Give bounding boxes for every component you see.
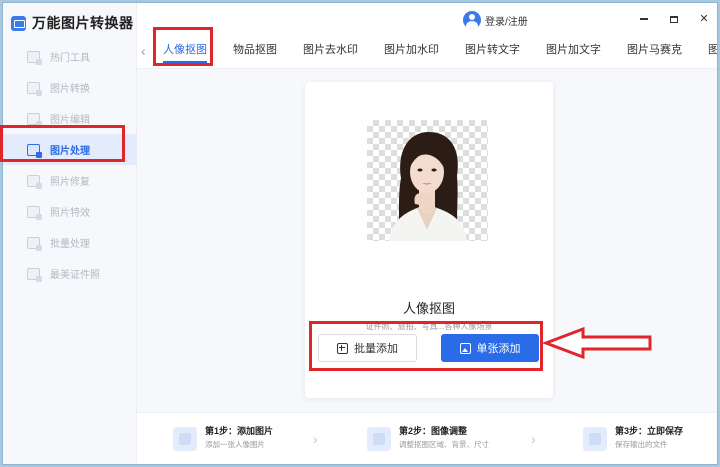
- photo-effects-icon: [27, 205, 42, 220]
- step-desc: 保存输出的文件: [615, 440, 668, 449]
- sidebar-item-photo-effects[interactable]: 照片特效: [3, 196, 137, 227]
- card-subtitle: 证件照、旅拍、写真...各种人像场景: [365, 322, 493, 331]
- tab-portrait-cutout[interactable]: 人像抠图: [163, 37, 207, 67]
- annotation-arrow-icon: [543, 326, 652, 360]
- tab-bar: ‹ 人像抠图 物品抠图 图片去水印 图片加水印 图片转文字 图片加文字 图片马赛…: [137, 37, 717, 69]
- image-edit-icon: [27, 112, 42, 127]
- step-arrow-icon: ›: [531, 431, 536, 447]
- card-title: 人像抠图: [402, 301, 455, 316]
- image-convert-icon: [27, 81, 42, 96]
- batch-add-label: 批量添加: [354, 343, 398, 355]
- image-icon: [459, 342, 471, 354]
- tab-object-cutout[interactable]: 物品抠图: [233, 37, 277, 67]
- sidebar-item-label: 图片转换: [50, 84, 90, 95]
- tab-remove-watermark[interactable]: 图片去水印: [303, 37, 358, 67]
- sidebar: 万能图片转换器 热门工具 图片转换 图片编辑 图片处理 照片修复 照片特效 批量…: [3, 3, 137, 464]
- sidebar-item-label: 批量处理: [50, 239, 90, 250]
- single-add-label: 单张添加: [476, 343, 521, 355]
- batch-process-icon: [27, 236, 42, 251]
- step-title: 第3步：立即保存: [615, 426, 684, 436]
- window-controls: ✕: [637, 12, 711, 26]
- add-image-icon: [173, 427, 197, 451]
- step-desc: 调整抠图区域、背景、尺寸: [399, 440, 489, 449]
- step-2: 第2步：图像调整 调整抠图区域、背景、尺寸: [367, 425, 489, 451]
- step-title: 第2步：图像调整: [399, 426, 468, 436]
- sidebar-item-photo-repair[interactable]: 照片修复: [3, 165, 137, 196]
- step-arrow-icon: ›: [313, 431, 318, 447]
- title-bar: 登录/注册 ✕: [137, 3, 717, 37]
- tab-mosaic[interactable]: 图片马赛克: [627, 37, 682, 67]
- login-label: 登录/注册: [485, 16, 528, 28]
- tab-more[interactable]: 图: [708, 37, 717, 67]
- tabs: 人像抠图 物品抠图 图片去水印 图片加水印 图片转文字 图片加文字 图片马赛克 …: [163, 37, 717, 67]
- save-icon: [583, 427, 607, 451]
- single-add-button[interactable]: 单张添加: [441, 334, 539, 362]
- sidebar-item-batch-process[interactable]: 批量处理: [3, 227, 137, 258]
- sidebar-item-image-process[interactable]: 图片处理: [3, 134, 137, 165]
- main-area: 人像抠图 证件照、旅拍、写真...各种人像场景 批量添加 单张添加: [137, 69, 717, 412]
- photo-repair-icon: [27, 174, 42, 189]
- sidebar-item-label: 照片修复: [50, 177, 90, 188]
- sidebar-item-image-convert[interactable]: 图片转换: [3, 72, 137, 103]
- step-title: 第1步：添加图片: [205, 426, 274, 436]
- maximize-icon: [670, 15, 678, 23]
- portrait-image: [389, 132, 467, 241]
- close-icon: ✕: [699, 13, 709, 25]
- adjust-image-icon: [367, 427, 391, 451]
- user-avatar-icon: [463, 11, 481, 29]
- app-window: 万能图片转换器 热门工具 图片转换 图片编辑 图片处理 照片修复 照片特效 批量…: [2, 2, 718, 465]
- portrait-preview: [367, 120, 488, 241]
- tab-prev-icon[interactable]: ‹: [141, 43, 146, 59]
- id-photo-icon: [27, 267, 42, 282]
- sidebar-item-label: 图片编辑: [50, 115, 90, 126]
- tab-image-to-text[interactable]: 图片转文字: [465, 37, 520, 67]
- step-1: 第1步：添加图片 添加一张人像图片: [173, 425, 273, 451]
- step-3: 第3步：立即保存 保存输出的文件: [583, 425, 683, 451]
- minimize-icon: [640, 18, 648, 20]
- tab-add-text[interactable]: 图片加文字: [546, 37, 601, 67]
- batch-add-icon: [337, 342, 348, 354]
- maximize-button[interactable]: [667, 12, 681, 26]
- sidebar-item-label: 热门工具: [50, 53, 90, 64]
- sidebar-item-label: 最美证件照: [50, 270, 100, 281]
- sidebar-nav: 热门工具 图片转换 图片编辑 图片处理 照片修复 照片特效 批量处理 最美证件照: [3, 41, 137, 289]
- sidebar-item-hot-tools[interactable]: 热门工具: [3, 41, 137, 72]
- close-button[interactable]: ✕: [697, 12, 711, 26]
- hot-tools-icon: [27, 50, 42, 65]
- steps-bar: 第1步：添加图片 添加一张人像图片 › 第2步：图像调整 调整抠图区域、背景、尺…: [137, 412, 717, 464]
- tab-add-watermark[interactable]: 图片加水印: [384, 37, 439, 67]
- sidebar-item-label: 照片特效: [50, 208, 90, 219]
- sidebar-item-id-photo[interactable]: 最美证件照: [3, 258, 137, 289]
- sidebar-item-image-edit[interactable]: 图片编辑: [3, 103, 137, 134]
- step-desc: 添加一张人像图片: [205, 440, 265, 449]
- app-name: 万能图片转换器: [32, 15, 134, 31]
- batch-add-button[interactable]: 批量添加: [318, 334, 417, 362]
- minimize-button[interactable]: [637, 12, 651, 26]
- sidebar-item-label: 图片处理: [50, 146, 90, 157]
- upload-card: 人像抠图 证件照、旅拍、写真...各种人像场景 批量添加 单张添加: [305, 82, 553, 398]
- app-logo-icon: [11, 15, 26, 31]
- login-button[interactable]: 登录/注册: [463, 11, 528, 29]
- app-title: 万能图片转换器: [11, 13, 134, 33]
- image-process-icon: [27, 143, 42, 158]
